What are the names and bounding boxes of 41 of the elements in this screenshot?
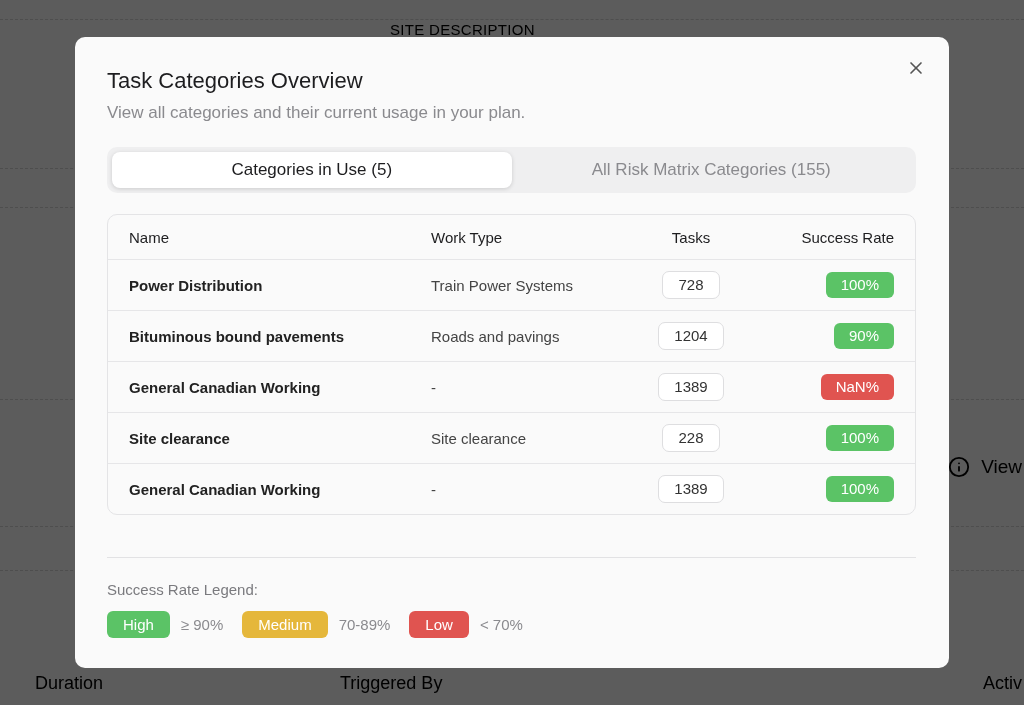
legend-range: ≥ 90%: [180, 616, 224, 633]
tab[interactable]: Categories in Use (5): [112, 152, 512, 188]
legend-range: < 70%: [479, 616, 523, 633]
category-name: Power Distribution: [129, 276, 264, 294]
view-link[interactable]: View: [948, 447, 1022, 487]
task-count: 1389: [658, 373, 724, 401]
task-count: 1389: [658, 475, 724, 503]
dialog-title: Task Categories Overview: [107, 67, 364, 95]
task-count: 728: [662, 271, 720, 299]
success-rate: 90%: [833, 323, 894, 349]
legend-label: High: [107, 611, 170, 638]
info-icon: [948, 456, 971, 478]
column-header: Triggered By: [340, 672, 444, 694]
category-name: General Canadian Working: [129, 378, 322, 396]
legend-label: Medium: [242, 611, 328, 638]
legend-label: Low: [409, 611, 469, 638]
column-header: Activ: [983, 672, 1022, 694]
work-type: -: [431, 480, 437, 498]
success-rate: 100%: [825, 272, 894, 298]
column-header: Tasks: [671, 228, 711, 246]
success-rate: NaN%: [820, 374, 894, 400]
task-count: 228: [662, 424, 720, 452]
success-rate: 100%: [825, 425, 894, 451]
category-name: Bituminous bound pavements: [129, 327, 345, 345]
section-heading: SITE DESCRIPTION: [390, 22, 535, 38]
category-name: General Canadian Working: [129, 480, 322, 498]
column-header: Name: [129, 228, 169, 246]
work-type: Train Power Systems: [431, 276, 574, 294]
work-type: Roads and pavings: [431, 327, 561, 345]
work-type: -: [431, 378, 437, 396]
task-count: 1204: [658, 322, 724, 350]
category-name: Site clearance: [129, 429, 231, 447]
column-header: Success Rate: [801, 228, 894, 246]
column-header: Work Type: [431, 228, 503, 246]
dialog-subtitle: View all categories and their current usage in your plan.: [107, 102, 527, 124]
work-type: Site clearance: [431, 429, 528, 447]
column-header: Duration: [35, 672, 105, 694]
success-rate: 100%: [825, 476, 894, 502]
legend-range: 70-89%: [338, 616, 391, 633]
legend-title: Success Rate Legend:: [107, 581, 259, 599]
tab[interactable]: All Risk Matrix Categories (155): [511, 152, 911, 188]
